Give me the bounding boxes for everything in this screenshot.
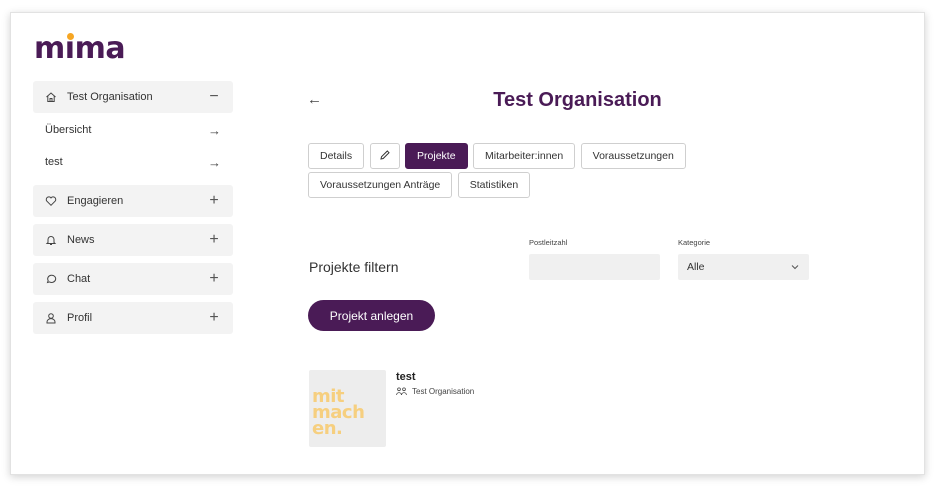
project-organisation: Test Organisation [396,387,474,396]
chat-bubble-icon [45,273,61,285]
sidebar-item-profil[interactable]: Profil + [33,302,233,334]
project-organisation-name: Test Organisation [412,387,475,396]
mitmachen-logo: mit mach en. [312,386,365,440]
sidebar-item-label: Engagieren [67,195,124,207]
project-title: test [396,371,416,383]
expand-icon[interactable]: + [207,231,221,249]
sidebar-item-label: Chat [67,273,91,285]
project-card[interactable]: mit mach en. test Test Organisation [309,370,569,450]
expand-icon[interactable]: + [207,270,221,288]
tab-projekte[interactable]: Projekte [405,143,468,169]
group-icon [396,387,407,396]
organisation-submenu: Übersicht → test → [33,113,233,178]
sidebar-item-label: News [67,234,95,246]
edit-button[interactable] [369,143,400,169]
chevron-down-icon [791,265,799,270]
sidebar-item-label: Test Organisation [67,91,153,103]
tab-details[interactable]: Details [308,143,365,169]
mima-logo[interactable]: mıma [34,34,126,64]
sidebar-subitem-uebersicht[interactable]: Übersicht → [33,114,233,146]
bell-icon [45,234,61,246]
kategorie-label: Kategorie [678,238,711,247]
sidebar: Test Organisation − Übersicht → test → E… [33,81,233,341]
back-arrow-icon[interactable]: ← [307,91,322,108]
sidebar-item-label: Profil [67,312,93,324]
collapse-icon[interactable]: − [207,88,221,106]
home-icon [45,91,61,103]
arrow-right-icon: → [208,154,221,170]
project-thumbnail: mit mach en. [309,370,386,447]
user-icon [45,312,61,324]
filter-heading: Projekte filtern [309,259,399,275]
page-title: Test Organisation [493,89,662,111]
sidebar-item-engagieren[interactable]: Engagieren + [33,185,233,217]
pencil-icon [379,150,390,160]
expand-icon[interactable]: + [207,192,221,210]
sidebar-subitem-label: Übersicht [45,124,92,136]
sidebar-item-chat[interactable]: Chat + [33,263,233,295]
heart-icon [45,195,61,207]
tab-statistiken[interactable]: Statistiken [457,172,531,198]
expand-icon[interactable]: + [207,309,221,327]
kategorie-selected-value: Alle [687,261,705,273]
arrow-right-icon: → [208,122,221,138]
postleitzahl-label: Postleitzahl [529,238,568,247]
tab-voraussetzungen[interactable]: Voraussetzungen [580,143,686,169]
kategorie-select[interactable]: Alle [678,254,809,280]
tab-mitarbeiterinnen[interactable]: Mitarbeiter:innen [473,143,576,169]
tab-voraussetzungen-antraege[interactable]: Voraussetzungen Anträge [308,172,453,198]
tab-bar: Details Projekte Mitarbeiter:innen Vorau… [308,143,708,201]
sidebar-item-organisation[interactable]: Test Organisation − [33,81,233,113]
projekt-anlegen-button[interactable]: Projekt anlegen [308,300,435,331]
sidebar-subitem-label: test [45,156,63,168]
sidebar-item-news[interactable]: News + [33,224,233,256]
postleitzahl-input[interactable] [529,254,660,280]
sidebar-subitem-test[interactable]: test → [33,146,233,178]
